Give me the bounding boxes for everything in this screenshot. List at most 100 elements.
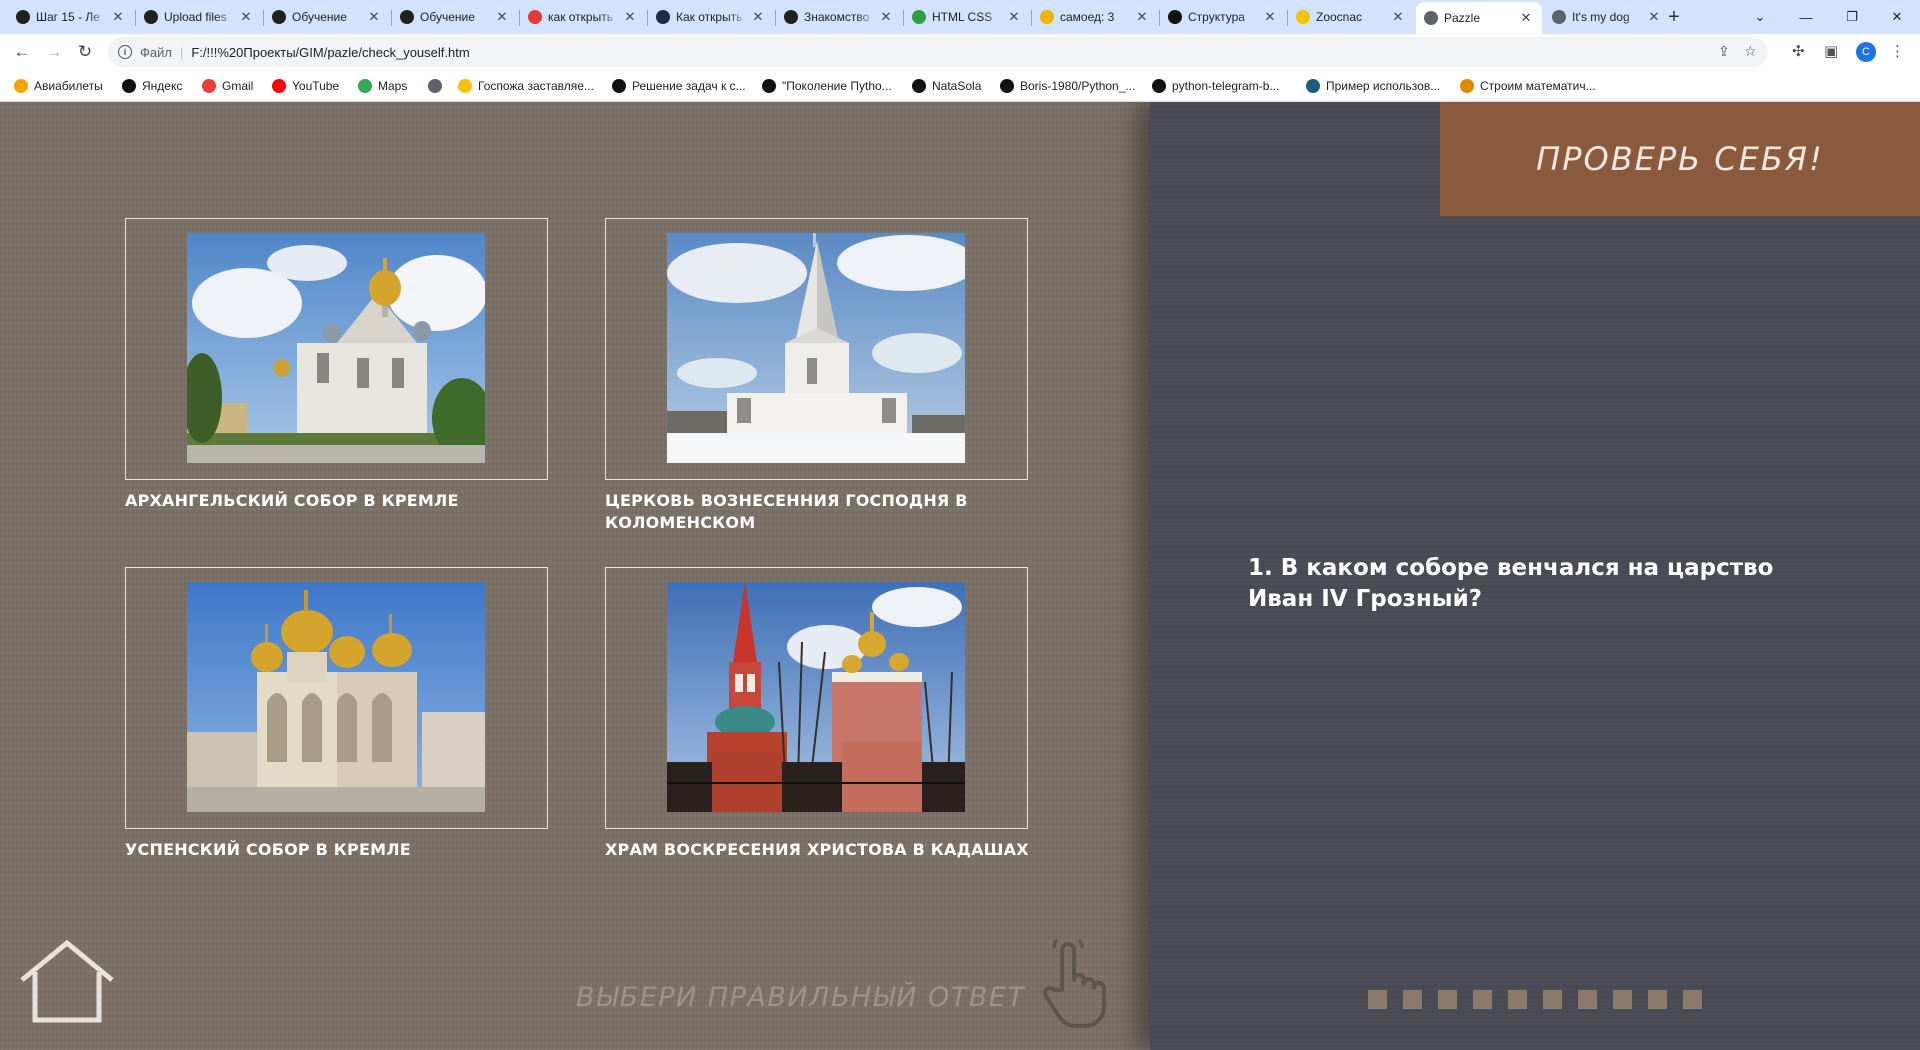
maximize-icon[interactable]: ❐ [1829, 0, 1875, 34]
bookmark-item[interactable]: "Поколение Пytho... [762, 76, 892, 96]
close-window-icon[interactable]: ✕ [1874, 0, 1920, 34]
answer-card-1[interactable] [125, 218, 548, 480]
menu-icon[interactable]: ⋮ [1890, 42, 1905, 60]
media-icon [784, 10, 798, 24]
share-icon[interactable]: ⇪ [1718, 43, 1730, 60]
globe-icon [1424, 11, 1438, 25]
close-tab-icon[interactable]: ✕ [110, 9, 126, 25]
pointing-hand-icon [1043, 940, 1106, 1028]
tab-title: Upload files [164, 10, 227, 24]
forward-icon[interactable]: → [42, 40, 66, 64]
extensions-icon[interactable]: ✣ [1792, 42, 1805, 60]
bookmark-item[interactable]: Gmail [202, 76, 253, 96]
bookmark-item[interactable]: Maps [358, 76, 407, 96]
progress-square[interactable] [1543, 990, 1562, 1009]
close-tab-icon[interactable]: ✕ [622, 9, 638, 25]
browser-tab[interactable]: Структура ✕ [1160, 0, 1286, 34]
image-icon [1040, 10, 1054, 24]
tab-search-icon[interactable]: ⌄ [1737, 0, 1783, 34]
progress-square[interactable] [1648, 990, 1667, 1009]
tab-title: HTML CSS [932, 10, 993, 24]
bookmark-star-icon[interactable]: ☆ [1744, 43, 1757, 60]
browser-tab[interactable]: Шаг 15 - Ле ✕ [8, 0, 134, 34]
home-icon[interactable] [18, 938, 116, 1024]
address-url: F:/!!!%20Проекты/GIM/pazle/check_youself… [191, 44, 470, 60]
progress-square[interactable] [1473, 990, 1492, 1009]
reload-icon[interactable]: ↻ [73, 40, 97, 64]
progress-square[interactable] [1438, 990, 1457, 1009]
progress-square[interactable] [1368, 990, 1387, 1009]
side-panel-icon[interactable]: ▣ [1824, 42, 1838, 60]
new-tab-button[interactable]: + [1662, 0, 1686, 34]
close-tab-icon[interactable]: ✕ [1006, 9, 1022, 25]
close-tab-icon[interactable]: ✕ [238, 9, 254, 25]
bookmark-item[interactable]: Boris-1980/Python_... [1000, 76, 1135, 96]
back-icon[interactable]: ← [10, 40, 34, 64]
browser-tab[interactable]: HTML CSS ✕ [904, 0, 1030, 34]
close-tab-icon[interactable]: ✕ [366, 9, 382, 25]
tab-title: It's my dog [1572, 10, 1630, 24]
globe-icon [1552, 10, 1566, 24]
browser-tab[interactable]: Обучение ✕ [392, 0, 518, 34]
progress-square[interactable] [1508, 990, 1527, 1009]
bookmark-label: Gmail [222, 79, 254, 93]
youtube-icon [272, 79, 286, 93]
answers-pane: АРХАНГЕЛЬСКИЙ СОБОР В КРЕМЛЕ ЦЕРКОВЬ ВОЗ… [0, 102, 1150, 1050]
bookmark-item[interactable]: Пример использов... [1306, 76, 1440, 96]
browser-tab[interactable]: Zoocnac ✕ [1288, 0, 1414, 34]
bookmark-item[interactable]: Госпожа заставляе... [458, 76, 594, 96]
close-tab-icon[interactable]: ✕ [1262, 9, 1278, 25]
answer-caption-1: АРХАНГЕЛЬСКИЙ СОБОР В КРЕМЛЕ [125, 491, 459, 510]
bookmark-item[interactable]: YouTube [272, 76, 339, 96]
browser-tab[interactable]: Знакомство ✕ [776, 0, 902, 34]
close-tab-icon[interactable]: ✕ [1518, 10, 1534, 26]
bookmark-item[interactable]: python-telegram-b... [1152, 76, 1279, 96]
close-tab-icon[interactable]: ✕ [1390, 9, 1406, 25]
bookmark-item[interactable]: NataSola [912, 76, 981, 96]
answer-card-4[interactable] [605, 567, 1028, 829]
tab-title: Pazzle [1444, 11, 1481, 25]
minimize-icon[interactable]: — [1783, 0, 1829, 34]
browser-tab[interactable]: как открыть ✕ [520, 0, 646, 34]
bookmark-item[interactable] [428, 76, 448, 96]
progress-square[interactable] [1683, 990, 1702, 1009]
info-icon[interactable]: i [118, 45, 132, 59]
address-bar[interactable]: i Файл | F:/!!!%20Проекты/GIM/pazle/chec… [108, 37, 1768, 67]
progress-square[interactable] [1403, 990, 1422, 1009]
bookmark-item[interactable]: Авиабилеты [14, 76, 103, 96]
browser-tab[interactable]: It's my dog ✕ [1544, 0, 1670, 34]
progress-square[interactable] [1578, 990, 1597, 1009]
browser-tab[interactable]: Pazzle ✕ [1416, 2, 1542, 34]
tab-title: как открыть [548, 10, 613, 24]
profile-avatar[interactable]: C [1856, 42, 1876, 62]
close-tab-icon[interactable]: ✕ [878, 9, 894, 25]
progress-square[interactable] [1613, 990, 1632, 1009]
close-tab-icon[interactable]: ✕ [1646, 9, 1662, 25]
bookmark-label: Яндекс [142, 79, 183, 93]
answer-card-3[interactable] [125, 567, 548, 829]
browser-tab[interactable]: Как открыть ✕ [648, 0, 774, 34]
browser-tab[interactable]: Upload files ✕ [136, 0, 262, 34]
bookmark-item[interactable]: Яндекс [122, 76, 182, 96]
bookmark-label: Boris-1980/Python_... [1020, 79, 1136, 93]
bookmark-label: Авиабилеты [34, 79, 103, 93]
address-scheme: Файл [140, 44, 172, 60]
close-tab-icon[interactable]: ✕ [1134, 9, 1150, 25]
bookmark-label: Решение задач к с... [632, 79, 746, 93]
github-icon [912, 79, 926, 93]
bookmark-item[interactable]: Решение задач к с... [612, 76, 746, 96]
answer-caption-4: ХРАМ ВОСКРЕСЕНИЯ ХРИСТОВА В КАДАШАХ [605, 840, 1029, 859]
browser-tab[interactable]: Обучение ✕ [264, 0, 390, 34]
github-icon [1000, 79, 1014, 93]
bookmark-item[interactable]: Строим математич... [1460, 76, 1596, 96]
close-tab-icon[interactable]: ✕ [494, 9, 510, 25]
plane-icon [14, 79, 28, 93]
tab-title: Как открыть [676, 10, 743, 24]
bookmark-label: python-telegram-b... [1172, 79, 1280, 93]
browser-tab[interactable]: самоед: 3 ✕ [1032, 0, 1158, 34]
answer-card-2[interactable] [605, 218, 1028, 480]
close-tab-icon[interactable]: ✕ [750, 9, 766, 25]
hint-text: ВЫБЕРИ ПРАВИЛЬНЫЙ ОТВЕТ [576, 982, 1026, 1013]
play-icon [458, 79, 472, 93]
bookmark-label: Госпожа заставляе... [478, 79, 594, 93]
